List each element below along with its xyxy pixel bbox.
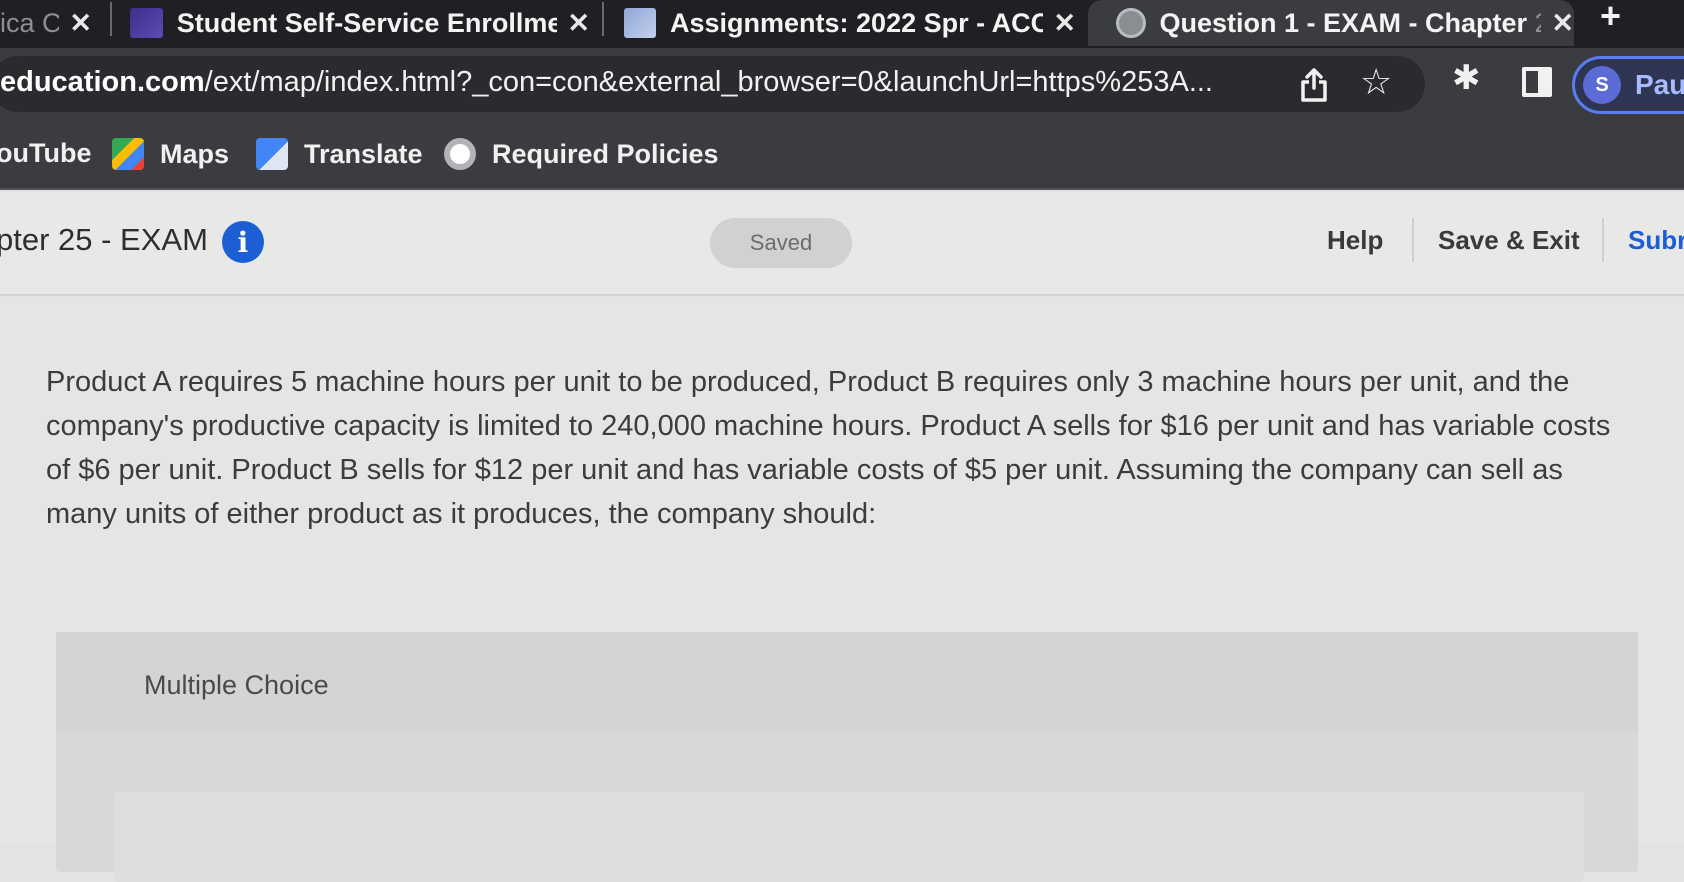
multiple-choice-header: Multiple Choice [56, 632, 1638, 732]
multiple-choice-panel: Multiple Choice [56, 632, 1638, 882]
bookmark-label: Maps [160, 138, 230, 169]
star-icon[interactable]: ☆ [1360, 62, 1392, 102]
answer-option[interactable] [114, 792, 1584, 882]
bookmark-label: Required Policies [492, 138, 719, 169]
header-divider [1602, 218, 1604, 262]
course-favicon-icon [624, 8, 656, 38]
browser-toolbar: education.com/ext/map/index.html?_con=co… [0, 48, 1684, 120]
globe-icon [1116, 8, 1146, 38]
profile-name: Paus [1635, 69, 1684, 100]
bookmark-youtube[interactable]: ouTube [0, 138, 91, 169]
tab-partial[interactable]: ica C ✕ [0, 0, 92, 46]
share-icon[interactable] [1300, 68, 1328, 102]
bookmark-label: Translate [304, 138, 423, 169]
info-icon[interactable]: i [222, 221, 264, 263]
help-link[interactable]: Help [1327, 225, 1383, 256]
bookmark-label: ouTube [0, 138, 92, 168]
bookmarks-bar: ouTube Maps Translate Required Policies [0, 120, 1684, 190]
side-panel-icon[interactable] [1522, 67, 1552, 97]
saved-status-badge: Saved [710, 218, 852, 268]
close-icon[interactable]: ✕ [1053, 8, 1076, 39]
tab-divider [602, 2, 604, 36]
save-exit-link[interactable]: Save & Exit [1438, 225, 1580, 256]
bookmark-translate[interactable]: Translate [256, 138, 423, 170]
exam-header: pter 25 - EXAM i Saved Help Save & Exit … [0, 192, 1684, 296]
browser-tab-strip: ica C ✕ Student Self-Service Enrollmer ✕… [0, 0, 1684, 48]
translate-icon [256, 138, 288, 170]
tab-divider [110, 2, 112, 36]
address-bar[interactable]: education.com/ext/map/index.html?_con=co… [0, 56, 1425, 112]
close-icon[interactable]: ✕ [567, 8, 590, 39]
tab-question-exam[interactable]: Question 1 - EXAM - Chapter 2 ✕ [1088, 0, 1574, 46]
tab-title: ica C [0, 7, 60, 38]
tab-title: Assignments: 2022 Spr - ACCT [670, 7, 1044, 38]
university-favicon-icon [130, 8, 163, 38]
question-text: Product A requires 5 machine hours per u… [46, 366, 1611, 530]
close-icon[interactable]: ✕ [69, 8, 92, 39]
header-divider [1412, 218, 1414, 262]
bookmark-required-policies[interactable]: Required Policies [444, 138, 719, 170]
page-title: pter 25 - EXAM [0, 222, 208, 257]
avatar: S [1583, 66, 1621, 104]
maps-icon [112, 138, 144, 170]
close-icon[interactable]: ✕ [1551, 8, 1574, 39]
submit-link[interactable]: Subr [1628, 225, 1684, 256]
tab-title: Student Self-Service Enrollmer [176, 7, 558, 38]
new-tab-button[interactable]: + [1600, 0, 1621, 40]
tab-student-self-service[interactable]: Student Self-Service Enrollmer ✕ [130, 0, 590, 46]
tab-title: Question 1 - EXAM - Chapter 2 [1159, 7, 1542, 38]
extensions-icon[interactable]: ✱ [1452, 58, 1481, 98]
tab-assignments[interactable]: Assignments: 2022 Spr - ACCT ✕ [624, 0, 1076, 46]
bookmark-maps[interactable]: Maps [112, 138, 229, 170]
url-text[interactable]: education.com/ext/map/index.html?_con=co… [0, 66, 1213, 99]
globe-icon [444, 138, 476, 170]
multiple-choice-label: Multiple Choice [144, 670, 329, 700]
profile-button[interactable]: S Paus [1572, 56, 1684, 114]
question-content: Product A requires 5 machine hours per u… [0, 298, 1684, 882]
